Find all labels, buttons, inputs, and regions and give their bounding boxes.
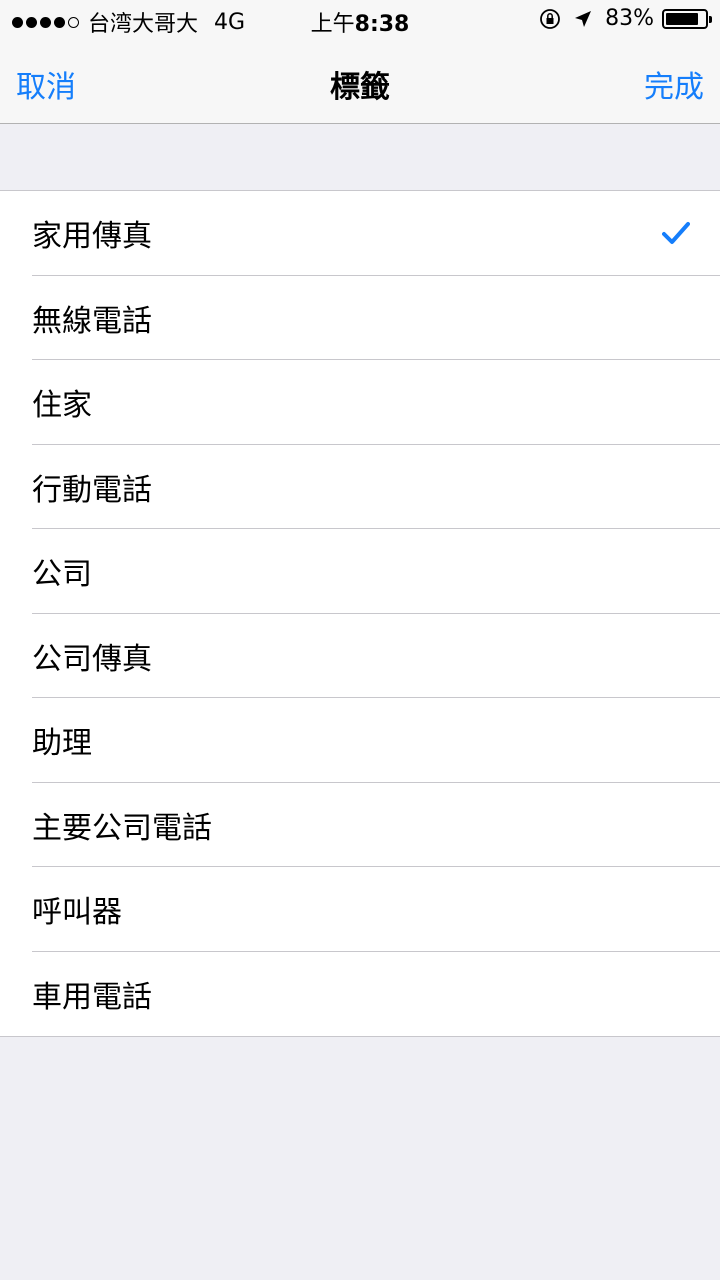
page-title: 標籤 [330, 70, 390, 105]
label-option-text: 助理 [32, 726, 92, 762]
battery-percentage: 83% [605, 6, 654, 31]
label-option[interactable]: 行動電話 [0, 445, 720, 530]
label-option-text: 車用電話 [32, 979, 152, 1015]
label-option[interactable]: 家用傳真 [0, 191, 720, 276]
label-option[interactable]: 公司 [0, 529, 720, 614]
label-list: 家用傳真 無線電話 住家 行動電話 公司 公司傳真 助理 主要公司電話 呼叫器 … [0, 190, 720, 1037]
cancel-button[interactable]: 取消 [16, 62, 76, 106]
rotation-lock-icon [540, 8, 560, 29]
label-option-text: 行動電話 [32, 472, 152, 508]
location-arrow-icon [575, 10, 592, 27]
label-option-text: 主要公司電話 [32, 810, 212, 846]
carrier-name: 台湾大哥大 [88, 12, 199, 37]
label-option-text: 公司 [32, 557, 92, 593]
label-option-text: 呼叫器 [32, 895, 122, 931]
label-option[interactable]: 助理 [0, 698, 720, 783]
label-option[interactable]: 無線電話 [0, 276, 720, 361]
battery-level-fill [666, 12, 698, 25]
label-option[interactable]: 住家 [0, 360, 720, 445]
label-option-text: 住家 [32, 388, 92, 424]
battery-icon [662, 8, 712, 29]
status-bar: 台湾大哥大 4G 上午8:38 83% [0, 0, 720, 40]
label-option-text: 無線電話 [32, 303, 152, 339]
label-option-text: 家用傳真 [32, 219, 152, 255]
signal-strength-icon [12, 16, 82, 28]
network-type: 4G [214, 9, 246, 35]
done-button[interactable]: 完成 [644, 62, 704, 106]
label-option[interactable]: 呼叫器 [0, 867, 720, 952]
checkmark-icon [662, 222, 690, 244]
label-option[interactable]: 公司傳真 [0, 614, 720, 699]
label-option-text: 公司傳真 [32, 641, 152, 677]
navigation-bar: 取消 標籤 完成 [0, 40, 720, 124]
label-option[interactable]: 主要公司電話 [0, 783, 720, 868]
label-option[interactable]: 車用電話 [0, 952, 720, 1037]
